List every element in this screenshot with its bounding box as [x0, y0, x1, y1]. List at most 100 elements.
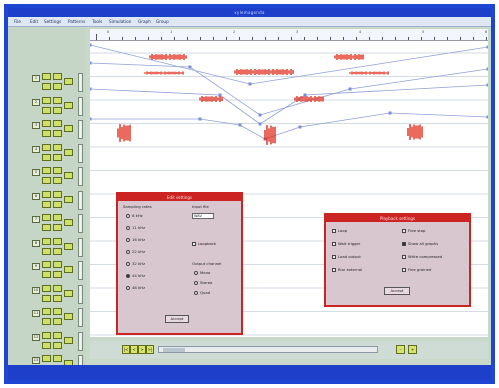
rate-radio[interactable]	[126, 262, 130, 266]
track-toggle-button[interactable]	[42, 294, 51, 302]
menu-group[interactable]: Group	[156, 19, 169, 24]
track-toggle-button[interactable]	[64, 125, 73, 132]
track-volume-slider[interactable]	[78, 167, 83, 186]
track-volume-slider[interactable]	[78, 120, 83, 139]
track-toggle-button[interactable]	[42, 143, 51, 151]
menu-file[interactable]: File	[14, 19, 21, 24]
track-toggle-button[interactable]	[42, 214, 51, 221]
track-toggle-button[interactable]	[53, 177, 62, 184]
track-toggle-button[interactable]	[64, 266, 73, 273]
track-toggle-button[interactable]	[42, 284, 51, 292]
option-checkbox-checked[interactable]	[402, 242, 406, 246]
track-toggle-button[interactable]	[53, 106, 62, 114]
track-toggle-button[interactable]	[42, 355, 51, 362]
track-toggle-button[interactable]	[53, 318, 62, 325]
track-volume-slider[interactable]	[78, 190, 83, 210]
track-toggle-button[interactable]	[64, 336, 73, 344]
track-toggle-button[interactable]	[42, 190, 51, 198]
input-file-field[interactable]: WAV	[192, 213, 214, 219]
track-toggle-button[interactable]	[64, 101, 73, 109]
track-volume-slider[interactable]	[78, 331, 83, 351]
rate-radio[interactable]	[126, 250, 130, 254]
track-toggle-button[interactable]	[53, 294, 62, 302]
track-toggle-button[interactable]	[53, 167, 62, 174]
output-radio[interactable]	[194, 281, 198, 285]
menu-settings[interactable]: Settings	[44, 19, 61, 24]
track-toggle-button[interactable]	[42, 96, 51, 104]
track-volume-slider[interactable]	[78, 261, 83, 280]
loopback-checkbox[interactable]	[192, 242, 196, 246]
track-toggle-button[interactable]	[42, 120, 51, 127]
track-toggle-button[interactable]	[53, 341, 62, 349]
horizontal-scrollbar[interactable]	[158, 346, 378, 353]
track-volume-slider[interactable]	[78, 96, 83, 116]
track-toggle-button[interactable]	[53, 355, 62, 362]
track-toggle-button[interactable]	[53, 130, 62, 137]
output-radio[interactable]	[194, 271, 198, 275]
rate-radio[interactable]	[126, 226, 130, 230]
track-toggle-button[interactable]	[53, 96, 62, 104]
track-toggle-button[interactable]	[53, 190, 62, 198]
track-toggle-button[interactable]	[42, 153, 51, 161]
option-checkbox[interactable]	[402, 268, 406, 272]
rate-radio-selected[interactable]	[126, 274, 130, 278]
track-toggle-button[interactable]	[42, 130, 51, 137]
track-toggle-button[interactable]	[42, 167, 51, 174]
option-checkbox[interactable]	[332, 242, 336, 246]
track-toggle-button[interactable]	[64, 289, 73, 297]
track-toggle-button[interactable]	[42, 331, 51, 339]
rate-radio[interactable]	[126, 286, 130, 290]
track-toggle-button[interactable]	[42, 73, 51, 80]
track-toggle-button[interactable]	[53, 120, 62, 127]
track-toggle-button[interactable]	[64, 78, 73, 85]
track-toggle-button[interactable]	[53, 261, 62, 268]
menu-graph[interactable]: Graph	[138, 19, 151, 24]
track-toggle-button[interactable]	[42, 237, 51, 245]
track-toggle-button[interactable]	[64, 313, 73, 320]
track-volume-slider[interactable]	[78, 308, 83, 327]
track-toggle-button[interactable]	[42, 224, 51, 231]
track-toggle-button[interactable]	[64, 148, 73, 156]
track-toggle-button[interactable]	[53, 331, 62, 339]
track-toggle-button[interactable]	[64, 195, 73, 203]
forward-button[interactable]: >|	[146, 345, 154, 354]
track-volume-slider[interactable]	[78, 214, 83, 233]
rewind-button[interactable]: |<	[122, 345, 130, 354]
track-volume-slider[interactable]	[78, 284, 83, 304]
zoom-out-button[interactable]: –	[396, 345, 405, 354]
track-toggle-button[interactable]	[42, 341, 51, 349]
option-checkbox[interactable]	[332, 229, 336, 233]
track-toggle-button[interactable]	[64, 172, 73, 179]
track-toggle-button[interactable]	[53, 224, 62, 231]
track-toggle-button[interactable]	[53, 214, 62, 221]
scrollbar-thumb[interactable]	[163, 348, 185, 352]
rate-radio[interactable]	[126, 214, 130, 218]
accept-button[interactable]: Accept	[384, 287, 410, 295]
track-toggle-button[interactable]	[53, 271, 62, 278]
track-toggle-button[interactable]	[42, 200, 51, 208]
rate-radio[interactable]	[126, 238, 130, 242]
menu-edit[interactable]: Edit	[30, 19, 38, 24]
track-toggle-button[interactable]	[53, 200, 62, 208]
track-toggle-button[interactable]	[42, 106, 51, 114]
track-toggle-button[interactable]	[42, 247, 51, 255]
track-toggle-button[interactable]	[42, 318, 51, 325]
play-button[interactable]: >	[138, 345, 146, 354]
option-checkbox[interactable]	[332, 268, 336, 272]
menu-patterns[interactable]: Patterns	[68, 19, 85, 24]
track-toggle-button[interactable]	[64, 242, 73, 250]
output-radio[interactable]	[194, 291, 198, 295]
track-toggle-button[interactable]	[42, 83, 51, 90]
track-volume-slider[interactable]	[78, 237, 83, 257]
accept-button[interactable]: Accept	[165, 315, 189, 323]
track-toggle-button[interactable]	[53, 153, 62, 161]
menu-tools[interactable]: Tools	[92, 19, 102, 24]
track-toggle-button[interactable]	[42, 177, 51, 184]
track-toggle-button[interactable]	[53, 284, 62, 292]
track-toggle-button[interactable]	[53, 83, 62, 90]
track-toggle-button[interactable]	[64, 219, 73, 226]
option-checkbox[interactable]	[402, 255, 406, 259]
zoom-in-button[interactable]: +	[408, 345, 417, 354]
track-toggle-button[interactable]	[53, 73, 62, 80]
option-checkbox[interactable]	[332, 255, 336, 259]
